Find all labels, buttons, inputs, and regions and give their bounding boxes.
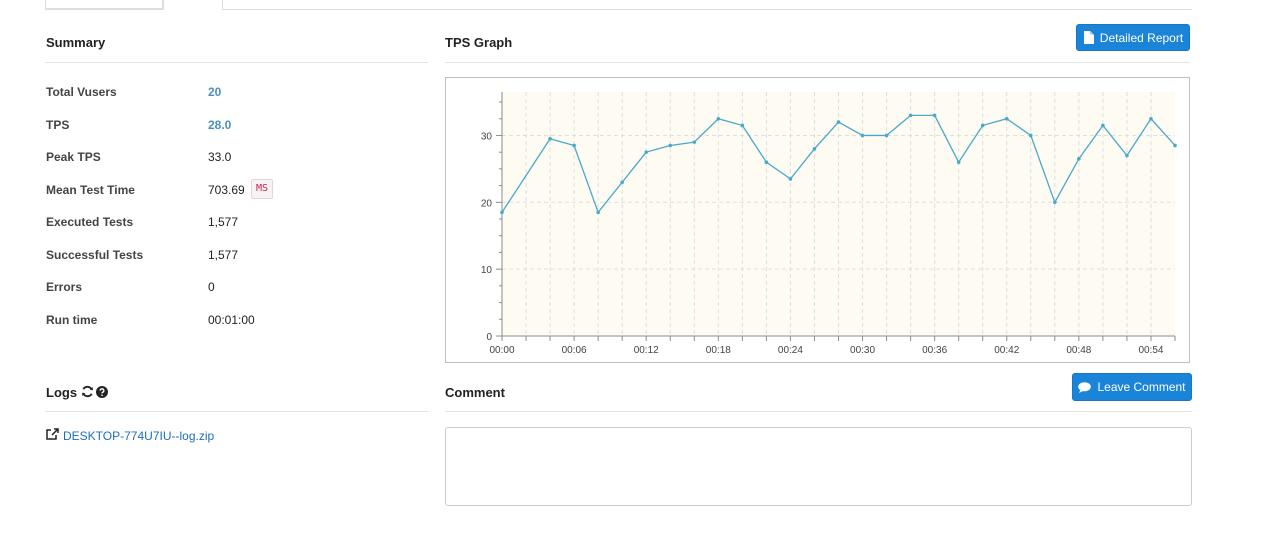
run-time-value: 00:01:00 bbox=[208, 313, 255, 327]
tps-data-point bbox=[764, 160, 769, 164]
file-icon bbox=[1083, 31, 1094, 44]
errors-label: Errors bbox=[46, 280, 83, 294]
tps-data-point bbox=[1173, 143, 1177, 148]
tps-data-point bbox=[1077, 157, 1081, 161]
tps-data-point bbox=[1053, 200, 1057, 205]
mean-test-time-unit-badge: MS bbox=[251, 179, 274, 199]
tps-data-point bbox=[1028, 133, 1033, 138]
x-tick-label: 00:06 bbox=[562, 345, 587, 356]
tps-data-point bbox=[668, 143, 673, 148]
tps-chart: 0 10 20 30 00:00 00:06 00:12 00:18 00:24 00:30 00:… bbox=[481, 92, 1177, 356]
tps-data-point bbox=[572, 143, 576, 148]
x-tick-label: 00:18 bbox=[706, 345, 731, 356]
executed-tests-label: Executed Tests bbox=[46, 215, 134, 229]
peak-tps-label: Peak TPS bbox=[46, 150, 101, 164]
logs-icons bbox=[81, 385, 108, 403]
comment-divider bbox=[445, 411, 1192, 412]
x-tick-label: 00:30 bbox=[850, 345, 875, 356]
mean-test-time-label: Mean Test Time bbox=[46, 183, 135, 197]
tps-data-point bbox=[1004, 116, 1009, 121]
tps-graph-title: TPS Graph bbox=[445, 35, 513, 50]
x-tick-label: 00:42 bbox=[994, 345, 1019, 356]
detailed-report-label: Detailed Report bbox=[1099, 30, 1184, 45]
tps-data-point bbox=[836, 120, 841, 124]
tps-graph-divider bbox=[445, 62, 1190, 63]
tps-data-point bbox=[596, 210, 600, 215]
errors-value: 0 bbox=[208, 280, 215, 294]
y-tick-label: 10 bbox=[481, 265, 493, 276]
tps-data-point bbox=[620, 180, 624, 185]
x-tick-label: 00:24 bbox=[778, 345, 803, 356]
y-tick-label: 20 bbox=[481, 198, 493, 209]
tps-data-point bbox=[500, 210, 504, 215]
tps-data-point bbox=[716, 116, 721, 121]
tps-data-point bbox=[1149, 116, 1153, 121]
peak-tps-value: 33.0 bbox=[208, 150, 232, 164]
tab-active[interactable] bbox=[163, 0, 223, 10]
run-time-label: Run time bbox=[46, 313, 98, 327]
comment-title: Comment bbox=[445, 385, 505, 400]
tps-data-point bbox=[740, 123, 745, 128]
x-tick-label: 00:00 bbox=[489, 345, 514, 356]
tps-value[interactable]: 28.0 bbox=[208, 118, 231, 132]
comment-textarea[interactable] bbox=[445, 427, 1192, 506]
leave-comment-label: Leave Comment bbox=[1097, 380, 1186, 394]
total-vusers-label: Total Vusers bbox=[46, 85, 117, 99]
executed-tests-value: 1,577 bbox=[208, 215, 239, 229]
tps-data-point bbox=[884, 133, 889, 138]
x-tick-label: 00:48 bbox=[1066, 345, 1091, 356]
logs-title: Logs bbox=[46, 385, 78, 400]
tps-data-point bbox=[812, 147, 817, 151]
tps-data-point bbox=[644, 150, 649, 154]
y-tick-label: 0 bbox=[486, 332, 492, 343]
tps-label: TPS bbox=[46, 118, 70, 132]
tps-data-point bbox=[860, 133, 865, 138]
successful-tests-value: 1,577 bbox=[208, 248, 239, 262]
external-link-icon bbox=[46, 428, 59, 443]
tps-data-point bbox=[956, 160, 961, 164]
log-file-link[interactable]: DESKTOP-774U7IU--log.zip bbox=[46, 428, 214, 443]
x-tick-label: 00:54 bbox=[1138, 345, 1163, 356]
x-tick-label: 00:36 bbox=[922, 345, 947, 356]
refresh-icon[interactable] bbox=[81, 385, 94, 403]
total-vusers-value[interactable]: 20 bbox=[208, 85, 221, 99]
logs-divider bbox=[45, 411, 428, 412]
tps-data-point bbox=[1101, 123, 1105, 128]
tps-data-point bbox=[1125, 153, 1129, 158]
comment-icon bbox=[1078, 381, 1092, 393]
log-file-name: DESKTOP-774U7IU--log.zip bbox=[63, 428, 215, 443]
question-circle-icon[interactable] bbox=[96, 385, 108, 403]
tps-data-point bbox=[932, 113, 937, 118]
tps-data-point bbox=[908, 113, 913, 118]
tps-data-point bbox=[548, 136, 552, 141]
summary-title: Summary bbox=[46, 35, 106, 50]
tab-inactive[interactable] bbox=[45, 0, 163, 9]
y-tick-label: 30 bbox=[481, 131, 493, 142]
tps-data-point bbox=[980, 123, 985, 128]
successful-tests-label: Successful Tests bbox=[46, 248, 144, 262]
x-tick-label: 00:12 bbox=[634, 345, 659, 356]
summary-divider bbox=[45, 62, 428, 63]
tps-chart-frame: 0 10 20 30 00:00 00:06 00:12 00:18 00:24 00:30 00:… bbox=[445, 77, 1190, 363]
tps-data-point bbox=[692, 140, 697, 144]
leave-comment-button[interactable]: Leave Comment bbox=[1072, 373, 1192, 401]
detailed-report-button[interactable]: Detailed Report bbox=[1076, 24, 1190, 51]
mean-test-time-value: 703.69 bbox=[208, 183, 245, 197]
tps-data-point bbox=[788, 177, 793, 181]
